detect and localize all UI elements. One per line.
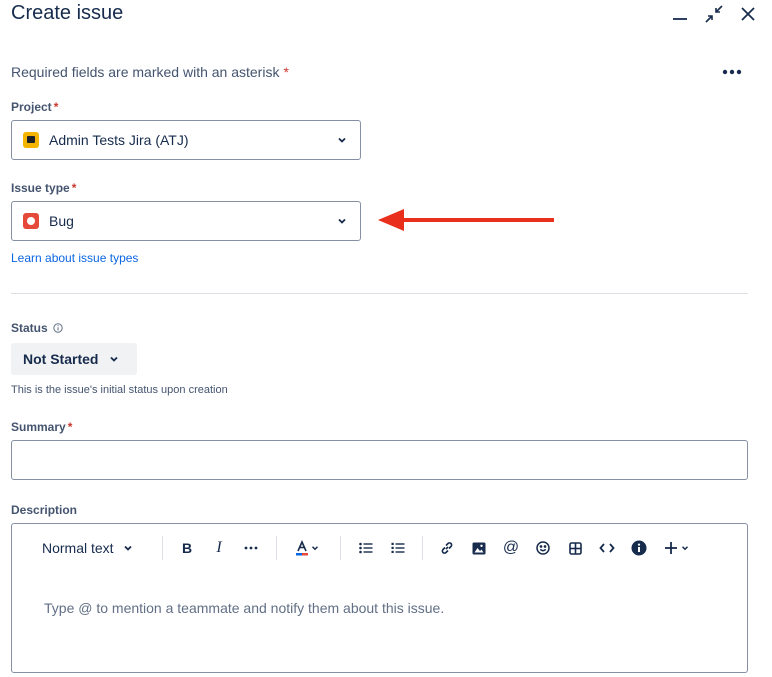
chevron-down-icon — [338, 218, 346, 224]
toolbar-separator — [422, 536, 423, 560]
bug-icon — [23, 213, 39, 229]
editor-toolbar: Normal text B I @ — [12, 536, 747, 560]
mention-button[interactable]: @ — [499, 536, 523, 560]
collapse-button[interactable] — [702, 2, 726, 26]
more-formatting-button[interactable] — [239, 536, 263, 560]
minimize-icon — [673, 18, 687, 20]
project-select[interactable]: Admin Tests Jira (ATJ) — [11, 120, 361, 160]
collapse-icon — [705, 5, 723, 23]
text-color-button[interactable] — [290, 536, 324, 560]
status-label-text: Status — [11, 321, 48, 335]
image-button[interactable] — [467, 536, 491, 560]
info-panel-button[interactable] — [627, 536, 651, 560]
text-style-value: Normal text — [42, 540, 114, 556]
bullet-list-icon — [359, 542, 373, 554]
required-note-row: Required fields are marked with an aster… — [11, 64, 746, 84]
chevron-down-icon — [338, 137, 346, 143]
link-icon — [441, 542, 453, 554]
bullet-list-button[interactable] — [354, 536, 378, 560]
status-helper-text: This is the issue's initial status upon … — [11, 384, 228, 396]
italic-button[interactable]: I — [207, 536, 231, 560]
minimize-button[interactable] — [668, 2, 692, 26]
close-button[interactable] — [736, 2, 760, 26]
more-icon — [244, 546, 258, 550]
learn-about-issue-types-link[interactable]: Learn about issue types — [11, 251, 138, 265]
project-select-value: Admin Tests Jira (ATJ) — [49, 132, 189, 148]
emoji-icon — [536, 541, 550, 555]
dialog-title: Create issue — [11, 2, 124, 24]
info-panel-icon — [631, 540, 647, 556]
more-icon — [722, 69, 742, 75]
project-avatar-icon — [23, 132, 39, 148]
section-divider — [11, 293, 748, 294]
issue-type-label: Issue type * — [11, 181, 76, 195]
chevron-down-icon — [681, 546, 689, 551]
issue-type-select-value: Bug — [49, 213, 74, 229]
description-editor[interactable]: Normal text B I @ Type @ to mention a te… — [11, 523, 748, 673]
code-button[interactable] — [595, 536, 619, 560]
link-button[interactable] — [435, 536, 459, 560]
description-label: Description — [11, 503, 78, 517]
chevron-down-icon — [110, 356, 119, 362]
project-label: Project * — [11, 100, 58, 114]
dialog-header: Create issue — [11, 0, 772, 30]
info-icon[interactable] — [53, 323, 63, 333]
issue-type-label-text: Issue type — [11, 181, 70, 195]
required-note: Required fields are marked with an aster… — [11, 64, 280, 80]
window-controls — [668, 2, 760, 26]
issue-type-select[interactable]: Bug — [11, 201, 361, 241]
table-button[interactable] — [563, 536, 587, 560]
insert-more-button[interactable] — [660, 536, 694, 560]
summary-label-text: Summary — [11, 420, 66, 434]
required-asterisk: * — [71, 181, 77, 195]
summary-input[interactable] — [11, 440, 748, 480]
toolbar-separator — [340, 536, 341, 560]
text-style-dropdown[interactable]: Normal text — [42, 536, 142, 560]
status-label: Status — [11, 321, 63, 335]
image-icon — [472, 542, 486, 554]
more-actions-button[interactable] — [718, 62, 746, 82]
emoji-button[interactable] — [531, 536, 555, 560]
required-asterisk: * — [53, 100, 59, 114]
chevron-down-icon — [311, 546, 319, 551]
project-label-text: Project — [11, 100, 52, 114]
plus-icon — [665, 542, 677, 554]
bold-button[interactable]: B — [175, 536, 199, 560]
description-placeholder: Type @ to mention a teammate and notify … — [44, 600, 445, 616]
text-color-icon — [296, 540, 308, 556]
summary-label: Summary * — [11, 420, 72, 434]
code-icon — [599, 543, 615, 553]
table-icon — [568, 541, 582, 555]
chevron-down-icon — [123, 545, 132, 551]
numbered-list-icon — [391, 542, 405, 553]
status-dropdown[interactable]: Not Started — [11, 343, 137, 375]
numbered-list-button[interactable] — [386, 536, 410, 560]
toolbar-separator — [162, 536, 163, 560]
status-value: Not Started — [23, 351, 99, 367]
required-asterisk: * — [67, 420, 73, 434]
toolbar-separator — [276, 536, 277, 560]
annotation-arrow — [378, 209, 554, 231]
required-asterisk: * — [283, 64, 289, 80]
close-icon — [741, 7, 755, 21]
